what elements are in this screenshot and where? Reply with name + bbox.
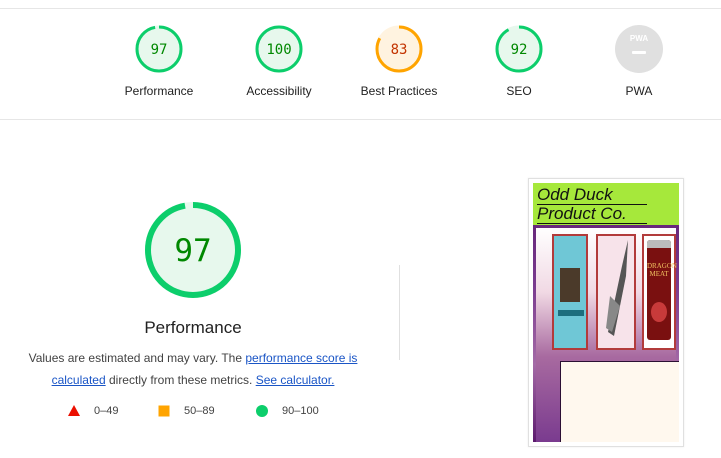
screenshot-title-line1: Odd Duck — [537, 186, 647, 205]
legend-range: 0–49 — [94, 405, 119, 417]
legend-average: 50–89 — [158, 405, 215, 417]
product-image-can: DRAGON MEAT — [642, 234, 677, 350]
gauge-score: 97 — [151, 42, 168, 58]
gauge-ring: 100 — [255, 25, 303, 73]
gauge-label: PWA — [625, 84, 653, 98]
screenshot-card — [560, 361, 679, 442]
circle-icon — [256, 405, 268, 417]
triangle-icon — [68, 405, 80, 416]
screenshot-title-line2: Product Co. — [537, 205, 647, 224]
product-image-toaster — [552, 234, 588, 350]
gauge-score: 92 — [511, 42, 528, 58]
gauge-score: 100 — [266, 42, 291, 58]
gauge-label: Performance — [124, 84, 194, 98]
product-image-blade — [596, 234, 636, 350]
gauge-best-practices[interactable]: 83 Best Practices — [339, 24, 459, 98]
can-label: DRAGON MEAT — [647, 262, 677, 278]
category-gauges: 97 Performance 100 Accessibility 83 Best… — [0, 0, 721, 119]
legend-pass: 90–100 — [256, 405, 319, 417]
gauge-ring-large: 97 — [145, 202, 241, 298]
vertical-divider — [399, 265, 400, 360]
see-calculator-link[interactable]: See calculator. — [256, 373, 335, 387]
gauge-accessibility[interactable]: 100 Accessibility — [219, 24, 339, 98]
gauge-score: 83 — [391, 42, 408, 58]
gauge-performance[interactable]: 97 Performance — [99, 24, 219, 98]
gauge-label: SEO — [506, 84, 532, 98]
legend-fail: 0–49 — [68, 405, 118, 417]
gauge-label: Accessibility — [246, 84, 312, 98]
pwa-icon-text: PWA — [630, 34, 648, 43]
pwa-icon: PWA — [615, 25, 663, 73]
gauge-seo[interactable]: 92 SEO — [459, 24, 579, 98]
gauge-ring: 92 — [495, 25, 543, 73]
performance-title: Performance — [144, 318, 242, 337]
section-divider — [0, 119, 721, 120]
gauge-label: Best Practices — [360, 84, 438, 98]
gauge-ring: 83 — [375, 25, 423, 73]
screenshot-pane: DRAGON MEAT — [536, 228, 679, 442]
square-icon — [158, 405, 170, 417]
desc-text: directly from these metrics. — [105, 373, 256, 387]
gauge-ring: 97 — [135, 25, 183, 73]
gauge-pwa[interactable]: PWA PWA — [579, 24, 699, 98]
desc-text: Values are estimated and may vary. The — [28, 351, 246, 365]
performance-description: Values are estimated and may vary. The p… — [20, 347, 366, 391]
screenshot-content: Odd Duck Product Co. DRAGON MEAT — [533, 183, 679, 442]
legend-range: 50–89 — [184, 405, 215, 417]
performance-score: 97 — [174, 233, 211, 269]
screenshot-header: Odd Duck Product Co. — [533, 183, 679, 225]
performance-gauge-large: 97 — [96, 200, 290, 300]
page-screenshot-thumbnail[interactable]: Odd Duck Product Co. DRAGON MEAT — [528, 178, 684, 447]
legend-range: 90–100 — [282, 405, 319, 417]
